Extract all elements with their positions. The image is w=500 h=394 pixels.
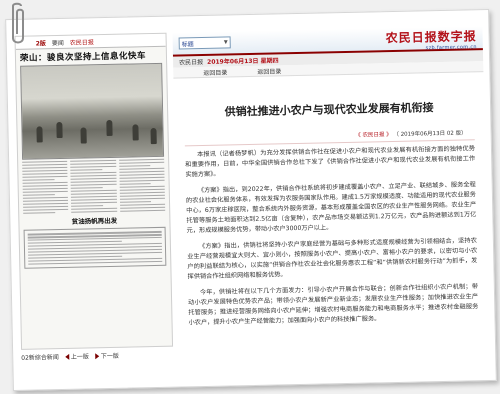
section-label: 要闻 — [51, 39, 64, 47]
next-page-label: 下一版 — [100, 352, 119, 360]
next-page-link[interactable]: 下一版 — [94, 350, 119, 360]
newspaper-subheadline[interactable]: 贫油扬帆再出发 — [23, 214, 165, 227]
page-label: 2版 — [35, 39, 46, 47]
back-to-index-link-left[interactable]: 返回目录 — [203, 67, 227, 77]
arrow-left-icon — [64, 353, 69, 360]
issue-date: 2019年06月13日 星期四 — [207, 57, 279, 66]
newspaper-headline[interactable]: 荣山：骏良次坚持上信息化快车 — [20, 49, 162, 64]
newspaper-columns — [22, 158, 166, 214]
article-paragraph: 今年，供销社将在以下几个方面发力：引导小农户开展合作与联合；创新合作社组织小农户… — [188, 283, 479, 327]
article-date: （ 2019年06月13日 02 版） — [393, 130, 467, 139]
issue-prefix: 农民日报 — [179, 58, 204, 67]
page-navigation: 02新综合新闻 上一版 下一版 — [21, 347, 171, 364]
article-pane: 标题 ▼ 农民日报数字报 szb.farmer.com.cn 农民日报 2019… — [172, 26, 490, 381]
article-title: 供销社推进小农户与现代农业发展有机衔接 — [224, 101, 434, 119]
article-source: 《 农民日报 》 — [355, 132, 392, 139]
search-field-value: 标题 — [181, 40, 194, 48]
prev-page-label: 上一版 — [70, 352, 89, 361]
back-to-index-link-right[interactable]: 返回目录 — [257, 66, 281, 76]
page-sheet: 2版 要闻 农民日报 荣山：骏良次坚持上信息化快车 贫油扬帆再出发 02新综合新… — [5, 8, 497, 392]
article-paragraph: 《方案》指出，供销社将坚持小农户家庭经营为基础与多种形式适度规模经营为引领相结合… — [187, 237, 478, 281]
arrow-right-icon — [94, 353, 99, 360]
newspaper-logo: 农民日报 — [69, 38, 94, 47]
prev-page-link[interactable]: 上一版 — [64, 351, 89, 361]
chevron-down-icon: ▼ — [223, 39, 228, 46]
site-brand[interactable]: 农民日报数字报 szb.farmer.com.cn — [385, 27, 476, 52]
article-paragraph: 本报讯（记者杨梦帆）为充分发挥供销合作社在促进小农户和现代农业发展有机衔接方面的… — [185, 145, 476, 179]
article-paragraph: 《方案》指出，到2022年，供销合作社系统将初步建成覆盖小农户、立足产业、联结城… — [185, 181, 477, 235]
newspaper-photo — [20, 62, 165, 160]
newspaper-box-article — [23, 226, 167, 270]
newspaper-masthead: 2版 要闻 农民日报 — [15, 33, 166, 50]
search-field-select[interactable]: 标题 ▼ — [178, 36, 231, 50]
newspaper-page-image[interactable]: 2版 要闻 农民日报 荣山：骏良次坚持上信息化快车 贫油扬帆再出发 — [14, 32, 174, 350]
page-selector[interactable]: 02新综合新闻 — [21, 352, 59, 362]
paperclip-icon — [12, 2, 24, 44]
brand-name: 农民日报数字报 — [385, 29, 477, 46]
